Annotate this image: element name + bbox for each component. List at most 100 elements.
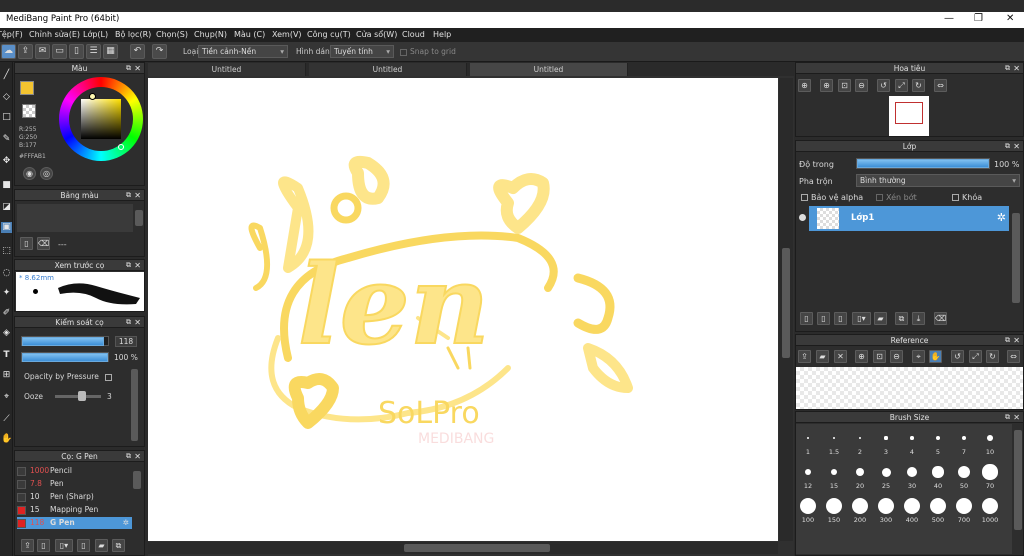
tab-untitled-1[interactable]: Untitled xyxy=(148,63,306,76)
close-icon[interactable]: ✕ xyxy=(1013,412,1020,423)
gear-icon[interactable]: ✲ xyxy=(997,211,1006,224)
float-icon[interactable]: ⧉ xyxy=(1005,141,1010,152)
flip-icon[interactable]: ⇔ xyxy=(934,79,947,92)
palette-scrollbar[interactable] xyxy=(135,210,143,226)
blend-mode-select[interactable]: Bình thường xyxy=(856,174,1020,187)
merge-layer-icon[interactable]: ⤓ xyxy=(912,312,925,325)
grid-icon[interactable]: ▦ xyxy=(103,44,118,59)
close-button[interactable]: ✕ xyxy=(1006,13,1014,24)
zoom-out-icon[interactable]: ⊖ xyxy=(890,350,903,363)
reference-view[interactable] xyxy=(796,367,1023,409)
float-icon[interactable]: ⧉ xyxy=(1005,63,1010,74)
pen-tool-icon[interactable]: ✎ xyxy=(1,134,12,145)
menu-color[interactable]: Màu (C) xyxy=(234,30,265,39)
dropper-icon[interactable]: ⌖ xyxy=(912,350,925,363)
gradient-tool-icon[interactable]: ▣ xyxy=(1,222,12,233)
fill-rect-tool-icon[interactable]: ■ xyxy=(1,180,12,191)
fit-icon[interactable]: ⊡ xyxy=(838,79,851,92)
drawing-canvas[interactable]: len SoLPro MEDIBANG xyxy=(148,78,778,541)
layer-opacity-slider[interactable] xyxy=(856,158,990,169)
redo-icon[interactable]: ↷ xyxy=(152,44,167,59)
menu-tools[interactable]: Công cụ(T) xyxy=(307,30,351,39)
fit-screen-icon[interactable]: ⤢ xyxy=(895,79,908,92)
shape-select[interactable]: Tuyến tính xyxy=(330,45,394,58)
brush-size-preset[interactable] xyxy=(910,436,914,440)
brush-size-preset[interactable] xyxy=(832,436,836,440)
close-icon[interactable]: ✕ xyxy=(134,260,141,271)
clip-option[interactable]: Xén bớt xyxy=(876,193,917,202)
menu-layer[interactable]: Lớp(L) xyxy=(83,30,108,39)
rect-tool-icon[interactable]: □ xyxy=(1,112,12,123)
flip-icon[interactable]: ⇔ xyxy=(1007,350,1020,363)
brush-size-preset[interactable] xyxy=(878,498,894,514)
snap-to-grid-checkbox[interactable]: Snap to grid xyxy=(400,47,456,56)
brush-size-preset[interactable] xyxy=(855,467,865,477)
brush-size-preset[interactable] xyxy=(904,498,920,514)
zoom-in-icon[interactable]: ⊕ xyxy=(855,350,868,363)
duplicate-layer-icon[interactable]: ⧉ xyxy=(895,312,908,325)
zoom-in-icon[interactable]: ⊕ xyxy=(798,79,811,92)
close-icon[interactable]: ✕ xyxy=(134,451,141,462)
float-icon[interactable]: ⧉ xyxy=(126,190,131,201)
page-icon[interactable]: ▯ xyxy=(69,44,84,59)
magic-wand-icon[interactable]: ✦ xyxy=(1,288,12,299)
brush-size-scrollbar[interactable] xyxy=(1014,430,1022,530)
saturation-value-square[interactable] xyxy=(81,99,121,139)
brush-size-preset[interactable] xyxy=(807,437,809,439)
brush-item[interactable]: 15 Mapping Pen xyxy=(17,504,132,516)
brush-size-preset[interactable] xyxy=(858,436,862,440)
foreground-color-swatch[interactable] xyxy=(20,81,34,95)
navigator-view-rect[interactable] xyxy=(895,102,923,124)
close-ref-icon[interactable]: ✕ xyxy=(834,350,847,363)
menu-cloud[interactable]: Cloud xyxy=(402,30,425,39)
brush-size-preset[interactable] xyxy=(982,464,998,480)
float-icon[interactable]: ⧉ xyxy=(126,63,131,74)
brush-size-preset[interactable] xyxy=(884,436,888,440)
cloud-icon[interactable]: ☁ xyxy=(1,44,16,59)
undo-icon[interactable]: ↶ xyxy=(130,44,145,59)
hand-tool-icon[interactable]: ✋ xyxy=(1,434,12,445)
brush-size-preset[interactable] xyxy=(987,435,993,441)
add-palette-icon[interactable]: ▯ xyxy=(20,237,33,250)
open-icon[interactable]: ▰ xyxy=(816,350,829,363)
brush-list-scrollbar[interactable] xyxy=(133,471,141,489)
brush-size-preset[interactable] xyxy=(956,498,972,514)
close-icon[interactable]: ✕ xyxy=(134,63,141,74)
new-layer-8bit-icon[interactable]: ▯ xyxy=(817,312,830,325)
rotate-left-icon[interactable]: ↺ xyxy=(951,350,964,363)
fit-screen-icon[interactable]: ⤢ xyxy=(969,350,982,363)
zoom-out-icon[interactable]: ⊖ xyxy=(855,79,868,92)
brush-size-preset[interactable] xyxy=(907,467,917,477)
operation-tool-icon[interactable]: ⊞ xyxy=(1,370,12,381)
brush-size-preset[interactable] xyxy=(826,498,842,514)
brush-size-preset[interactable] xyxy=(830,468,838,476)
brush-opacity-slider[interactable] xyxy=(21,352,109,362)
menu-window[interactable]: Cửa sổ(W) xyxy=(356,30,397,39)
navigator-thumbnail[interactable] xyxy=(889,96,929,136)
chat-icon[interactable]: ▭ xyxy=(52,44,67,59)
pan-brush-icon[interactable]: ⟋ xyxy=(1,414,12,425)
brush-menu-icon[interactable]: ▯▾ xyxy=(55,539,73,552)
canvas-vertical-scrollbar[interactable] xyxy=(779,78,793,541)
select-eraser-icon[interactable]: ◈ xyxy=(1,328,12,339)
add-brush-icon[interactable]: ⇪ xyxy=(21,539,34,552)
float-icon[interactable]: ⧉ xyxy=(126,260,131,271)
brush-size-preset[interactable] xyxy=(930,498,946,514)
brush-item[interactable]: 1000Pencil xyxy=(17,465,132,477)
menu-view[interactable]: Xem(V) xyxy=(272,30,302,39)
folder-icon[interactable]: ▰ xyxy=(874,312,887,325)
list-icon[interactable]: ☰ xyxy=(86,44,101,59)
brush-size-preset[interactable] xyxy=(935,435,940,440)
float-icon[interactable]: ⧉ xyxy=(126,317,131,328)
close-icon[interactable]: ✕ xyxy=(1013,335,1020,346)
menu-help[interactable]: Help xyxy=(433,30,451,39)
brush-size-preset[interactable] xyxy=(982,498,998,514)
brush-size-preset[interactable] xyxy=(961,435,967,441)
tab-untitled-3[interactable]: Untitled xyxy=(470,63,628,76)
brush-size-preset[interactable] xyxy=(932,466,944,478)
brush-copy-icon[interactable]: ▯ xyxy=(77,539,90,552)
palette-swatch-area[interactable] xyxy=(17,204,133,232)
menu-filter[interactable]: Bộ lọc(R) xyxy=(115,30,151,39)
menu-capture[interactable]: Chụp(N) xyxy=(194,30,227,39)
share-icon[interactable]: ⇪ xyxy=(18,44,33,59)
